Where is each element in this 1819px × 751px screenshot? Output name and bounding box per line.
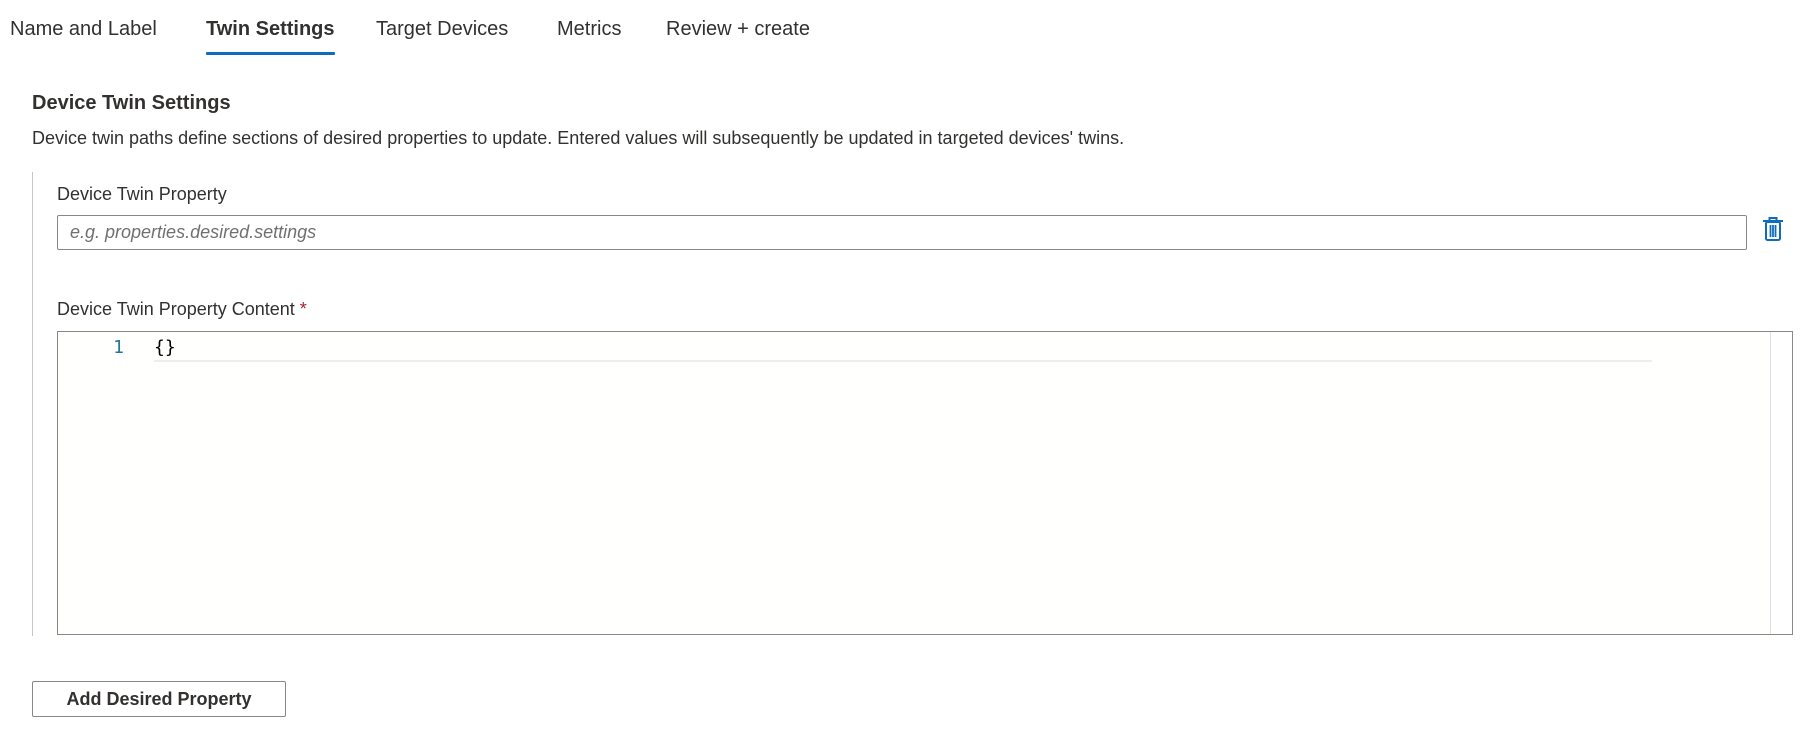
delete-property-button[interactable] — [1759, 213, 1787, 245]
code-text: {} — [154, 337, 176, 358]
property-content-editor[interactable]: 1 {} — [57, 331, 1793, 635]
add-desired-property-button[interactable]: Add Desired Property — [32, 681, 286, 717]
tab-bar: Name and Label Twin Settings Target Devi… — [0, 0, 1819, 60]
section-title: Device Twin Settings — [32, 92, 231, 114]
tab-name-and-label[interactable]: Name and Label — [10, 14, 157, 54]
content-label-text: Device Twin Property Content — [57, 299, 295, 319]
trash-icon — [1763, 217, 1783, 241]
code-line[interactable]: {} — [154, 335, 1652, 362]
line-number: 1 — [113, 337, 124, 358]
device-twin-property-content-label: Device Twin Property Content * — [57, 299, 307, 320]
tab-twin-settings[interactable]: Twin Settings — [206, 14, 335, 55]
device-twin-property-input[interactable] — [57, 215, 1747, 250]
section-description: Device twin paths define sections of des… — [32, 128, 1125, 148]
device-twin-property-label: Device Twin Property — [57, 184, 227, 204]
tab-metrics[interactable]: Metrics — [557, 14, 621, 54]
required-marker: * — [299, 299, 307, 319]
tab-target-devices[interactable]: Target Devices — [376, 14, 508, 54]
editor-scrollbar[interactable] — [1770, 332, 1792, 634]
tab-review-create[interactable]: Review + create — [666, 14, 810, 54]
